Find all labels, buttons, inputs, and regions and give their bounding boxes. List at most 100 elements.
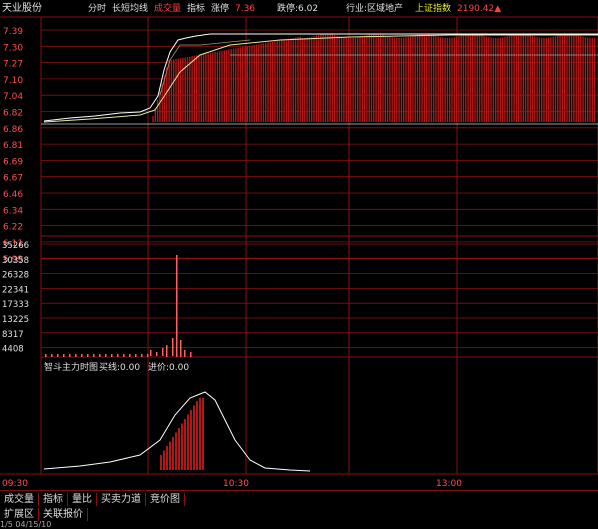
header-item: 成交量 bbox=[154, 2, 181, 14]
indicator-tab[interactable]: 指标 bbox=[39, 492, 68, 506]
price-bar bbox=[495, 37, 497, 123]
price-bar bbox=[239, 47, 242, 123]
price-bar bbox=[467, 34, 469, 123]
subchart-bar bbox=[169, 441, 171, 470]
price-bar bbox=[274, 41, 276, 122]
price-bar bbox=[534, 36, 536, 123]
price-tick: 6.86 bbox=[3, 125, 23, 135]
price-bar bbox=[393, 37, 396, 122]
price-bar bbox=[584, 37, 587, 122]
header-item: 指标 bbox=[187, 2, 205, 14]
price-bar bbox=[294, 37, 297, 122]
price-bar bbox=[439, 37, 442, 123]
price-bar bbox=[485, 36, 488, 122]
price-bar bbox=[472, 34, 474, 122]
volume-bar bbox=[93, 354, 95, 357]
price-bar bbox=[375, 34, 377, 122]
price-bar bbox=[283, 39, 285, 123]
extension-tab[interactable]: 关联报价 bbox=[39, 507, 88, 521]
intraday-chart[interactable]: 天业股份 分时 长短均线 成交量 指标 涨停 7.36 跌停:6.02 行业:区域地产 上证指数 2… bbox=[0, 0, 598, 490]
price-bar bbox=[582, 36, 584, 122]
price-bar bbox=[338, 36, 340, 122]
volume-bar bbox=[75, 354, 77, 357]
price-bar bbox=[416, 34, 419, 122]
indicator-tab[interactable]: 量比 bbox=[68, 492, 97, 506]
volume-tick: 35266 bbox=[2, 241, 29, 251]
indicator-tab[interactable]: 买卖力道 bbox=[97, 492, 146, 506]
subchart-bar bbox=[187, 414, 189, 470]
time-tick: 13:00 bbox=[436, 479, 462, 489]
price-bar bbox=[564, 34, 566, 122]
subchart-bar bbox=[166, 446, 168, 470]
price-bar bbox=[545, 37, 547, 122]
price-bar bbox=[363, 35, 366, 123]
price-bar bbox=[361, 36, 363, 122]
price-bar bbox=[389, 36, 391, 123]
volume-bar bbox=[69, 354, 71, 357]
price-bar bbox=[278, 40, 281, 122]
price-bar bbox=[460, 35, 462, 122]
price-bar bbox=[455, 36, 458, 122]
price-bar bbox=[173, 59, 175, 122]
price-bar bbox=[313, 36, 315, 122]
price-bar bbox=[205, 53, 207, 122]
price-bar bbox=[290, 38, 292, 122]
price-bar bbox=[527, 34, 529, 122]
price-bar bbox=[403, 37, 405, 122]
price-bar bbox=[409, 36, 412, 122]
price-bar bbox=[334, 34, 336, 122]
price-bar bbox=[269, 42, 271, 122]
price-bar bbox=[189, 56, 191, 123]
price-bar bbox=[432, 35, 435, 123]
price-bar bbox=[481, 35, 483, 123]
volume-bar bbox=[180, 340, 182, 357]
price-tick: 7.27 bbox=[3, 60, 23, 70]
volume-bar bbox=[135, 354, 137, 357]
header-item: 7.36 bbox=[235, 4, 255, 14]
price-bar bbox=[343, 37, 345, 122]
indicator-tab[interactable]: 竞价图 bbox=[146, 492, 185, 506]
price-bar bbox=[175, 59, 177, 122]
volume-bar bbox=[105, 354, 107, 357]
price-bar bbox=[345, 37, 347, 123]
volume-bar bbox=[51, 354, 53, 357]
price-bar bbox=[258, 44, 260, 122]
price-bar bbox=[359, 36, 361, 122]
price-bar bbox=[304, 37, 306, 122]
price-bar bbox=[297, 37, 299, 122]
price-bar bbox=[469, 34, 472, 123]
price-tick: 7.04 bbox=[3, 92, 23, 102]
price-bar bbox=[207, 53, 209, 122]
price-bar bbox=[354, 37, 357, 122]
price-bar bbox=[340, 36, 343, 122]
price-bar bbox=[520, 34, 522, 122]
buy-line-label: 买线:0.00 bbox=[99, 361, 140, 373]
price-bar bbox=[501, 37, 504, 123]
price-bar bbox=[331, 34, 334, 123]
price-bar bbox=[322, 34, 324, 122]
price-bar bbox=[536, 37, 538, 122]
price-bar bbox=[235, 48, 237, 123]
volume-bar bbox=[156, 352, 158, 356]
indicator-tab[interactable]: 成交量 bbox=[0, 492, 39, 506]
price-bar bbox=[246, 46, 248, 122]
volume-tick: 4408 bbox=[2, 345, 24, 355]
price-bar bbox=[216, 51, 219, 122]
price-bar bbox=[575, 34, 577, 123]
volume-bar bbox=[172, 338, 174, 356]
price-bar bbox=[152, 115, 154, 122]
subchart-bar bbox=[184, 419, 186, 470]
price-bar bbox=[301, 37, 304, 122]
price-bar bbox=[591, 37, 593, 122]
header-item: 涨停 bbox=[211, 2, 229, 14]
price-bar bbox=[421, 34, 423, 123]
price-bar bbox=[202, 54, 205, 122]
price-bar bbox=[366, 35, 368, 122]
price-bar bbox=[474, 34, 476, 122]
price-bar bbox=[506, 36, 508, 122]
volume-bar bbox=[45, 354, 47, 357]
price-bar bbox=[552, 36, 554, 123]
price-tick: 6.22 bbox=[3, 223, 23, 233]
extension-tab[interactable]: 扩展区 bbox=[0, 507, 39, 521]
price-tick: 6.69 bbox=[3, 157, 23, 167]
